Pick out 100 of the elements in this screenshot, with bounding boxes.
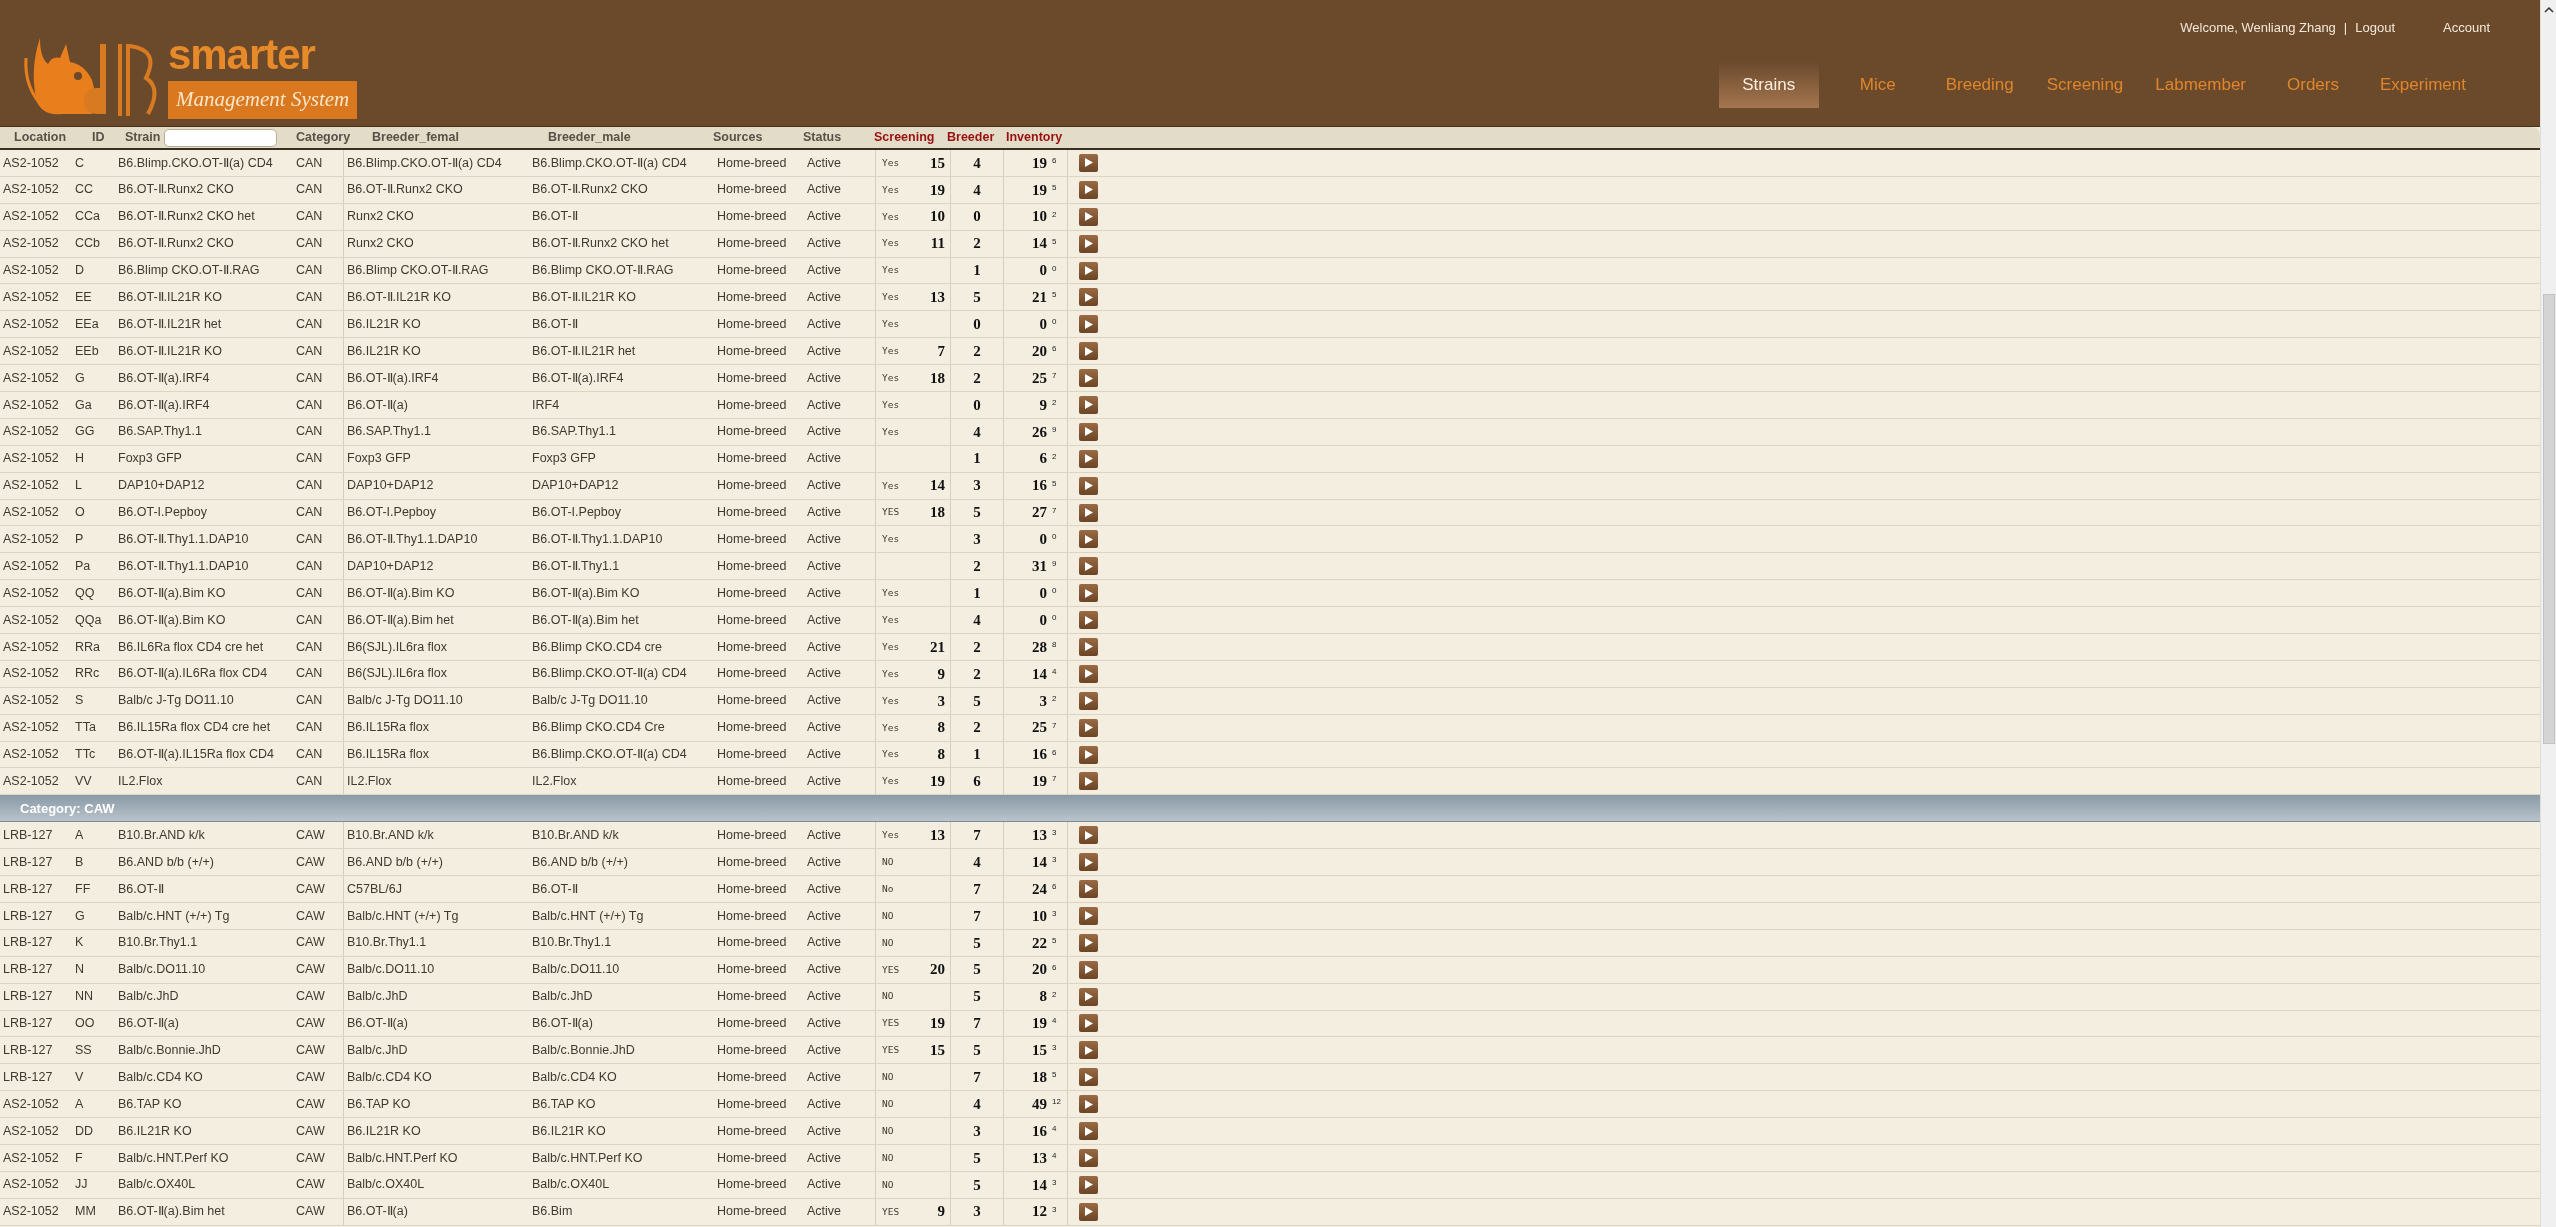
open-button[interactable] <box>1079 1014 1098 1033</box>
breeder-male-cell-text: B10.Br.Thy1.1 <box>531 934 613 952</box>
id-cell-text: NN <box>74 988 95 1006</box>
breeder-count: 3 <box>973 530 981 550</box>
open-button[interactable] <box>1079 960 1098 979</box>
inventory-note: 7 <box>1052 504 1058 517</box>
open-button[interactable] <box>1079 1041 1098 1060</box>
open-button[interactable] <box>1079 261 1098 280</box>
inventory-count: 20 <box>1032 960 1047 980</box>
status-cell-text: Active <box>806 611 843 629</box>
scroll-up-icon[interactable] <box>2543 6 2554 14</box>
nav-tab[interactable]: Experiment <box>2372 61 2474 108</box>
open-button[interactable] <box>1079 1068 1098 1087</box>
scrollbar-thumb[interactable] <box>2542 294 2555 744</box>
inventory-count: 13 <box>1032 825 1047 845</box>
breeder-female-cell-text: Runx2 CKO <box>346 208 414 226</box>
open-button[interactable] <box>1079 1122 1098 1140</box>
status-cell-text: Active <box>806 1176 843 1194</box>
strain-filter-field[interactable] <box>164 128 278 147</box>
nav-tab[interactable]: Breeding <box>1936 61 2023 108</box>
breeder-male-cell-text: B6.OT-Ⅱ <box>531 880 579 898</box>
open-button[interactable] <box>1079 1095 1098 1114</box>
triangle-icon <box>1084 1072 1093 1082</box>
open-button[interactable] <box>1079 853 1098 872</box>
open-button[interactable] <box>1079 1175 1098 1194</box>
account-link[interactable]: Account <box>2443 18 2490 38</box>
open-button[interactable] <box>1079 557 1098 576</box>
open-button[interactable] <box>1079 342 1098 361</box>
open-button[interactable] <box>1079 880 1098 898</box>
id-cell-text: C <box>74 154 86 172</box>
screening-cell: Yes <box>882 209 900 224</box>
open-button[interactable] <box>1079 584 1098 603</box>
open-button[interactable] <box>1079 234 1098 253</box>
breeder-female-cell-text: B6.OT-Ⅱ(a).Bim KO <box>346 584 455 602</box>
screening-cell: NO <box>882 908 894 923</box>
open-button[interactable] <box>1079 530 1098 549</box>
nav-tab[interactable]: Screening <box>2038 61 2132 108</box>
screening-cell: Yes <box>882 478 900 493</box>
column-header: Strain <box>125 129 161 147</box>
triangle-icon <box>1084 911 1093 921</box>
open-button[interactable] <box>1079 315 1098 334</box>
open-button[interactable] <box>1079 422 1098 441</box>
open-button[interactable] <box>1079 826 1098 845</box>
screening-cell: YES <box>882 1204 900 1219</box>
screening-cell-text: Yes <box>882 370 900 385</box>
screening-cell: Yes <box>882 774 900 789</box>
open-button[interactable] <box>1079 987 1098 1006</box>
id-cell-text: EEa <box>74 315 100 333</box>
source-cell-text: Home-breed <box>716 584 788 602</box>
screening-cell: Yes <box>882 828 900 843</box>
nav-tab[interactable]: Orders <box>2270 61 2356 108</box>
breeder-female-cell-text: Balb/c.HNT (+/+) Tg <box>346 907 459 925</box>
location-cell-text: AS2-1052 <box>2 342 60 360</box>
nav-tab[interactable]: Mice <box>1834 61 1921 108</box>
location-cell-text: AS2-1052 <box>2 450 60 468</box>
source-cell-text: Home-breed <box>716 988 788 1006</box>
screening-cell-text: Yes <box>882 639 900 654</box>
breeder-male-cell-text: B6.AND b/b (+/+) <box>531 853 629 871</box>
nav-tab[interactable]: Labmember <box>2147 61 2254 108</box>
triangle-icon <box>1084 373 1093 383</box>
breeder-male-cell-text: B6.OT-Ⅱ.Thy1.1.DAP10 <box>531 531 664 549</box>
open-button[interactable] <box>1079 476 1098 495</box>
id-cell-text: TTc <box>74 746 97 764</box>
open-button[interactable] <box>1079 933 1098 952</box>
breeder-female-cell-text: B6.IL15Ra flox <box>346 719 429 737</box>
scrollbar[interactable] <box>2540 0 2556 1227</box>
inventory-note: 2 <box>1052 692 1058 705</box>
open-button[interactable] <box>1079 906 1098 925</box>
open-button[interactable] <box>1079 718 1098 737</box>
open-button[interactable] <box>1079 1148 1098 1167</box>
open-button[interactable] <box>1079 449 1098 468</box>
open-button[interactable] <box>1079 637 1098 656</box>
open-button[interactable] <box>1079 503 1098 522</box>
open-button[interactable] <box>1079 207 1098 226</box>
triangle-icon <box>1084 319 1093 329</box>
breeder-count: 2 <box>973 718 981 738</box>
open-button[interactable] <box>1079 369 1098 388</box>
open-button[interactable] <box>1079 288 1098 307</box>
location-cell-text: AS2-1052 <box>2 1095 60 1113</box>
open-button[interactable] <box>1079 153 1098 172</box>
breeder-count: 1 <box>973 449 981 469</box>
open-button[interactable] <box>1079 745 1098 764</box>
open-button[interactable] <box>1079 664 1098 683</box>
logout-link[interactable]: Logout <box>2355 18 2395 38</box>
triangle-icon <box>1084 292 1093 302</box>
logo-wordmark: smarter <box>168 33 317 78</box>
source-cell-text: Home-breed <box>716 934 788 952</box>
open-button[interactable] <box>1079 772 1098 791</box>
breeder-female-cell-text: Balb/c.JhD <box>346 988 408 1006</box>
breeder-female-cell-text: B6.OT-Ⅱ(a) <box>346 1203 408 1221</box>
open-button[interactable] <box>1079 180 1098 199</box>
open-button[interactable] <box>1079 1202 1098 1221</box>
nav-tab[interactable]: Strains <box>1718 61 1819 108</box>
triangle-icon <box>1084 1180 1093 1190</box>
open-button[interactable] <box>1079 395 1098 414</box>
id-cell-text: L <box>74 477 83 495</box>
strain-cell-text: Balb/c J-Tg DO11.10 <box>117 692 235 710</box>
breeder-male-cell-text: Balb/c.HNT (+/+) Tg <box>531 907 645 925</box>
open-button[interactable] <box>1079 691 1098 710</box>
open-button[interactable] <box>1079 611 1098 630</box>
